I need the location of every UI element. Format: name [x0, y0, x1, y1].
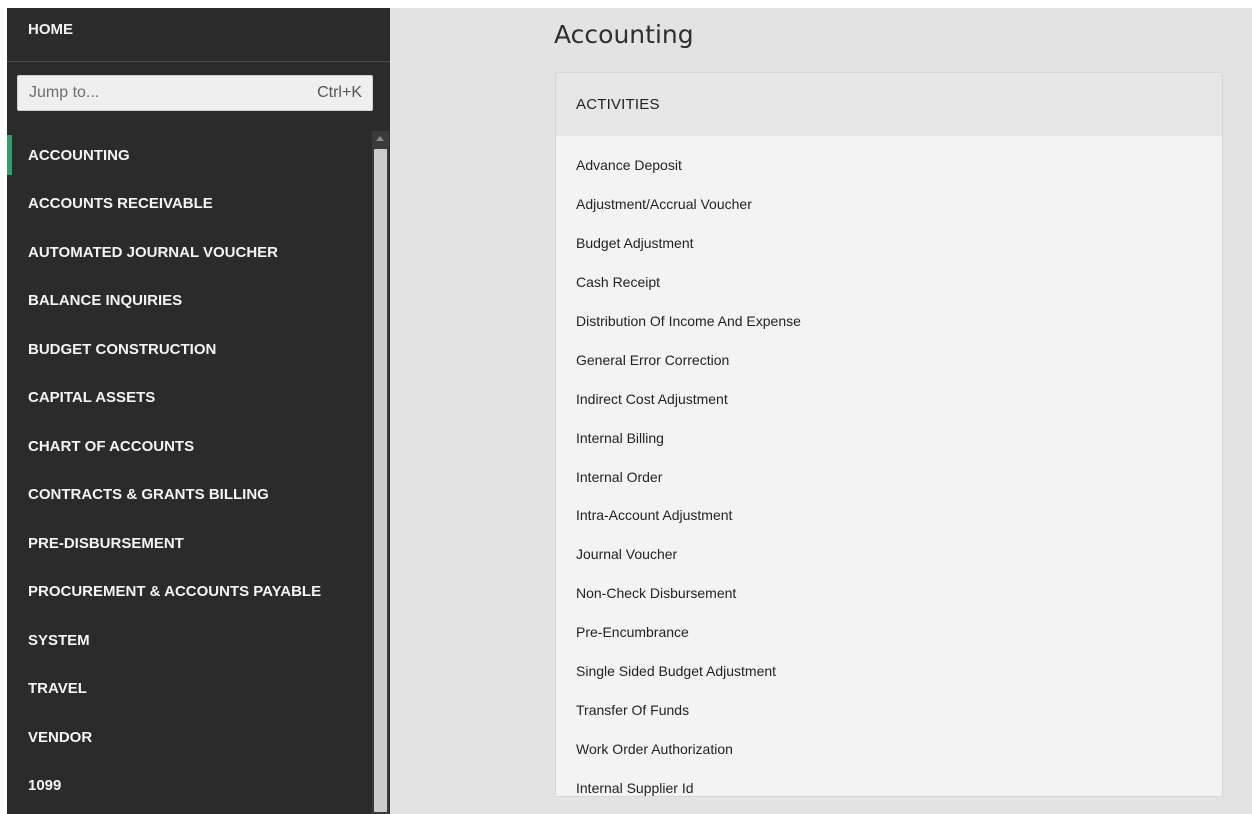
scroll-thumb[interactable] — [374, 149, 387, 812]
main-content: Accounting ACTIVITIES Advance Deposit Ad… — [390, 8, 1252, 814]
activities-card: ACTIVITIES Advance Deposit Adjustment/Ac… — [555, 72, 1223, 797]
activity-link[interactable]: Pre-Encumbrance — [556, 613, 1222, 652]
sidebar-item-contracts-grants-billing[interactable]: CONTRACTS & GRANTS BILLING — [7, 471, 370, 520]
sidebar-item-accounts-receivable[interactable]: ACCOUNTS RECEIVABLE — [7, 180, 370, 229]
sidebar-item-1099[interactable]: 1099 — [7, 762, 370, 811]
activity-link[interactable]: Advance Deposit — [556, 146, 1222, 185]
sidebar-item-accounting[interactable]: ACCOUNTING — [7, 131, 370, 180]
activity-link[interactable]: Internal Supplier Id — [556, 768, 1222, 796]
sidebar-item-system[interactable]: SYSTEM — [7, 616, 370, 665]
activity-link[interactable]: Non-Check Disbursement — [556, 574, 1222, 613]
app-window: HOME Ctrl+K ACCOUNTING ACCOUNTS RECEIVAB… — [7, 8, 1252, 814]
home-link[interactable]: HOME — [7, 8, 390, 62]
activity-link[interactable]: Indirect Cost Adjustment — [556, 379, 1222, 418]
activity-link[interactable]: Internal Billing — [556, 418, 1222, 457]
activity-link[interactable]: Internal Order — [556, 457, 1222, 496]
sidebar-item-procurement-accounts-payable[interactable]: PROCUREMENT & ACCOUNTS PAYABLE — [7, 568, 370, 617]
scroll-up-arrow-icon[interactable] — [376, 136, 384, 141]
activity-link[interactable]: Distribution Of Income And Expense — [556, 302, 1222, 341]
activity-link[interactable]: Adjustment/Accrual Voucher — [556, 185, 1222, 224]
shortcut-hint: Ctrl+K — [317, 84, 362, 101]
card-header: ACTIVITIES — [556, 73, 1222, 136]
activity-link[interactable]: Budget Adjustment — [556, 224, 1222, 263]
jump-to-input[interactable] — [29, 84, 269, 102]
sidebar-item-pre-disbursement[interactable]: PRE-DISBURSEMENT — [7, 519, 370, 568]
activity-link[interactable]: Work Order Authorization — [556, 729, 1222, 768]
sidebar-item-budget-construction[interactable]: BUDGET CONSTRUCTION — [7, 325, 370, 374]
jump-to-search[interactable]: Ctrl+K — [17, 75, 373, 111]
sidebar-item-capital-assets[interactable]: CAPITAL ASSETS — [7, 374, 370, 423]
sidebar-scrollbar[interactable] — [372, 131, 389, 814]
sidebar: HOME Ctrl+K ACCOUNTING ACCOUNTS RECEIVAB… — [7, 8, 390, 814]
page-title: Accounting — [554, 20, 694, 49]
activity-link[interactable]: Single Sided Budget Adjustment — [556, 652, 1222, 691]
sidebar-item-travel[interactable]: TRAVEL — [7, 665, 370, 714]
activity-link[interactable]: Cash Receipt — [556, 263, 1222, 302]
activity-link[interactable]: Intra-Account Adjustment — [556, 496, 1222, 535]
activity-link[interactable]: Transfer Of Funds — [556, 690, 1222, 729]
sidebar-nav: ACCOUNTING ACCOUNTS RECEIVABLE AUTOMATED… — [7, 131, 370, 810]
activities-list: Advance Deposit Adjustment/Accrual Vouch… — [556, 136, 1222, 796]
sidebar-item-balance-inquiries[interactable]: BALANCE INQUIRIES — [7, 277, 370, 326]
activity-link[interactable]: Journal Voucher — [556, 535, 1222, 574]
activity-link[interactable]: General Error Correction — [556, 340, 1222, 379]
sidebar-item-automated-journal-voucher[interactable]: AUTOMATED JOURNAL VOUCHER — [7, 228, 370, 277]
sidebar-item-chart-of-accounts[interactable]: CHART OF ACCOUNTS — [7, 422, 370, 471]
sidebar-item-vendor[interactable]: VENDOR — [7, 713, 370, 762]
